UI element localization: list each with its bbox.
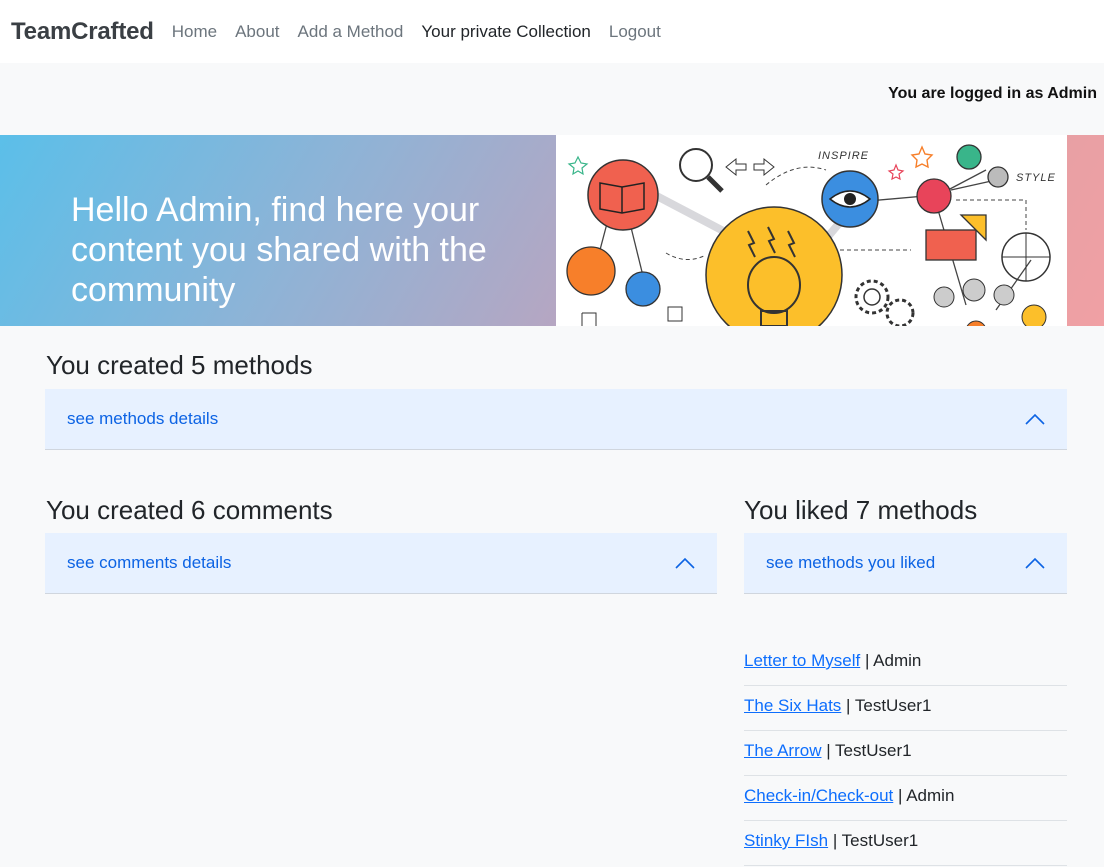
nav-private-collection[interactable]: Your private Collection: [421, 22, 590, 42]
nav-links: Home About Add a Method Your private Col…: [172, 22, 679, 42]
liked-accordion-label: see methods you liked: [766, 553, 936, 572]
brand-logo[interactable]: TeamCrafted: [11, 18, 154, 46]
list-item: Stinky FIsh | TestUser1: [744, 822, 1067, 866]
idea-network-illustration: INSPIRE STYLE: [566, 144, 1056, 326]
chevron-up-icon: [1025, 413, 1045, 425]
method-link[interactable]: The Arrow: [744, 741, 821, 760]
nav-logout[interactable]: Logout: [609, 22, 661, 42]
inspire-word: INSPIRE: [818, 150, 869, 162]
method-link[interactable]: Stinky FIsh: [744, 831, 828, 850]
liked-accordion-toggle[interactable]: see methods you liked: [744, 533, 1067, 594]
method-author: Admin: [873, 651, 922, 670]
method-author: TestUser1: [835, 741, 912, 760]
nav-about[interactable]: About: [235, 22, 279, 42]
logged-in-status: You are logged in as Admin: [888, 85, 1097, 102]
method-author: TestUser1: [841, 831, 919, 850]
method-link[interactable]: The Six Hats: [744, 696, 841, 715]
method-author: TestUser1: [854, 696, 932, 715]
chevron-up-icon: [1025, 557, 1045, 569]
methods-accordion-label: see methods details: [67, 409, 219, 428]
methods-accordion-toggle[interactable]: see methods details: [45, 389, 1067, 450]
list-item: Check-in/Check-out | Admin: [744, 777, 1067, 821]
method-link[interactable]: Check-in/Check-out: [744, 786, 893, 805]
nav-add-method[interactable]: Add a Method: [298, 22, 404, 42]
chevron-up-icon: [675, 557, 695, 569]
style-word: STYLE: [1016, 172, 1056, 184]
liked-count-title: You liked 7 methods: [744, 495, 978, 525]
list-item: Letter to Myself | Admin: [744, 642, 1067, 686]
nav-home[interactable]: Home: [172, 22, 217, 42]
method-author: Admin: [906, 786, 955, 805]
navbar: TeamCrafted Home About Add a Method Your…: [0, 0, 1104, 63]
list-item: The Arrow | TestUser1: [744, 732, 1067, 776]
comments-accordion-label: see comments details: [67, 553, 232, 572]
comments-accordion-toggle[interactable]: see comments details: [45, 533, 717, 594]
methods-count-title: You created 5 methods: [46, 350, 313, 380]
hero-illustration: INSPIRE STYLE: [556, 135, 1067, 326]
method-link[interactable]: Letter to Myself: [744, 651, 860, 670]
comments-count-title: You created 6 comments: [46, 495, 333, 525]
list-item: The Six Hats | TestUser1: [744, 687, 1067, 731]
liked-methods-list: Letter to Myself | Admin The Six Hats | …: [744, 642, 1067, 867]
hero-banner: Hello Admin, find here your content you …: [0, 135, 1104, 326]
hero-heading: Hello Admin, find here your content you …: [71, 191, 487, 309]
